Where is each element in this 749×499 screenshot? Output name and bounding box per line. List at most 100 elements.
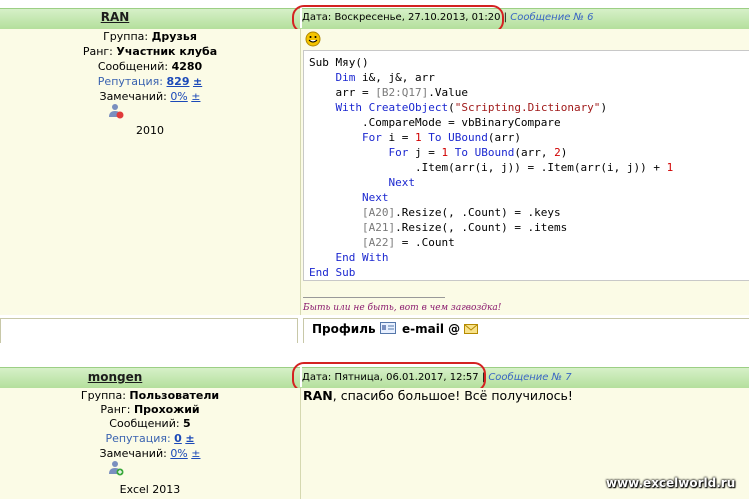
code-token: Next xyxy=(388,176,415,189)
post2-reputation-value-link[interactable]: 0 xyxy=(174,432,182,445)
code-token: 1 xyxy=(666,161,674,174)
post1-messages: Сообщений: 4280 xyxy=(97,60,203,73)
code-line: Next xyxy=(309,176,415,189)
post2-message-number-link[interactable]: Сообщение № 7 xyxy=(488,372,571,383)
code-token: .CompareMode = vbBinaryCompare xyxy=(309,116,561,129)
post2-remarks-value-link[interactable]: 0% xyxy=(170,447,187,460)
post1-message-number-link[interactable]: Сообщение № 6 xyxy=(510,12,593,23)
post1-remarks-value-link[interactable]: 0% xyxy=(170,90,187,103)
code-token: [A22] xyxy=(361,236,396,249)
code-line: For j = 1 To UBound(arr, 2) xyxy=(309,146,567,159)
code-token: For xyxy=(361,131,382,144)
post1-username-link[interactable]: RAN xyxy=(100,10,130,24)
code-line: Dim i&, j&, arr xyxy=(309,71,435,84)
code-token: .Value xyxy=(428,86,468,99)
post2-body-addressee: RAN xyxy=(303,388,333,403)
add-user-icon[interactable] xyxy=(108,460,124,479)
code-line: arr = [B2:Q17].Value xyxy=(309,86,468,99)
code-token: [A20] xyxy=(361,206,396,219)
code-token: .Resize(, .Count) = .items xyxy=(395,221,568,234)
code-token: 1 xyxy=(414,131,422,144)
code-token: With xyxy=(335,101,363,114)
post2-rank: Ранг: Прохожий xyxy=(100,403,200,416)
code-token: ) xyxy=(560,146,568,159)
code-line: [A20].Resize(, .Count) = .keys xyxy=(309,206,561,219)
post1-signature: Быть или не быть, вот в чем загвоздка! xyxy=(303,303,502,313)
smiley-icon xyxy=(305,31,321,50)
code-token: i&, j&, arr xyxy=(355,71,435,84)
post2-remarks: Замечаний: 0% ± xyxy=(99,447,201,460)
post2-group: Группа: Пользователи xyxy=(80,389,220,402)
code-token: arr = xyxy=(309,86,376,99)
signature-divider xyxy=(303,297,445,298)
post1-reputation-change-link[interactable]: ± xyxy=(193,75,202,88)
post1-rank: Ранг: Участник клуба xyxy=(82,45,218,58)
user-status-icon[interactable] xyxy=(108,103,124,122)
post2-messages: Сообщений: 5 xyxy=(109,417,191,430)
code-line: [A21].Resize(, .Count) = .items xyxy=(309,221,567,234)
code-token: [B2:Q17] xyxy=(375,86,429,99)
post2-extra-version: Excel 2013 xyxy=(119,483,181,496)
post2-body: RAN, спасибо большое! Всё получилось! xyxy=(303,388,573,403)
post2-remarks-change-link[interactable]: ± xyxy=(191,447,200,460)
code-line: Next xyxy=(309,191,389,204)
code-line: Sub Мяу() xyxy=(309,56,369,69)
post1-reputation: Репутация: 829 ± xyxy=(97,75,203,88)
code-token: .Item(arr(i, j)) = .Item(arr(i, j)) + xyxy=(309,161,667,174)
code-token: .Resize(, .Count) = .keys xyxy=(395,206,561,219)
profile-label: Профиль xyxy=(312,322,376,336)
code-token: UBound xyxy=(474,146,515,159)
code-line: End With xyxy=(309,251,389,264)
email-label: e-mail xyxy=(402,322,444,336)
code-line: For i = 1 To UBound(arr) xyxy=(309,131,521,144)
code-token: (arr, xyxy=(514,146,555,159)
post1-extra-year: 2010 xyxy=(136,124,164,137)
code-token: (arr) xyxy=(487,131,521,144)
post1-reputation-value-link[interactable]: 829 xyxy=(167,75,190,88)
code-token: For xyxy=(388,146,409,159)
code-line: .CompareMode = vbBinaryCompare xyxy=(309,116,561,129)
post2-reputation: Репутация: 0 ± xyxy=(105,432,195,445)
code-block[interactable]: Sub Мяу() Dim i&, j&, arr arr = [B2:Q17]… xyxy=(303,50,749,281)
code-token: Dim xyxy=(335,71,356,84)
code-token: "Scripting.Dictionary" xyxy=(454,101,601,114)
code-line: [A22] = .Count xyxy=(309,236,455,249)
at-icon: @ xyxy=(448,322,461,336)
code-token: [A21] xyxy=(361,221,396,234)
post2-username-link[interactable]: mongen xyxy=(80,370,150,384)
code-token: UBound xyxy=(448,131,488,144)
code-line: End Sub xyxy=(309,266,355,279)
code-token: To xyxy=(428,131,442,144)
post1-remarks-change-link[interactable]: ± xyxy=(191,90,200,103)
profile-button[interactable]: Профиль xyxy=(312,322,396,337)
email-button[interactable]: e-mail @ xyxy=(402,322,479,337)
code-token: End Sub xyxy=(309,266,356,279)
code-token: ) xyxy=(600,101,608,114)
code-text: Sub Мяу() Dim i&, j&, arr arr = [B2:Q17]… xyxy=(304,51,749,280)
post1-group: Группа: Друзья xyxy=(103,30,197,43)
code-line: With CreateObject("Scripting.Dictionary"… xyxy=(309,101,608,114)
code-token: CreateObject xyxy=(368,101,449,114)
post2-reputation-change-link[interactable]: ± xyxy=(185,432,194,445)
site-watermark: www.excelworld.ru xyxy=(606,476,736,490)
code-token: End With xyxy=(335,251,389,264)
post1-footer-left xyxy=(0,318,298,344)
code-token: j = xyxy=(408,146,442,159)
code-token: Next xyxy=(361,191,389,204)
code-token: i = xyxy=(381,131,415,144)
code-line: .Item(arr(i, j)) = .Item(arr(i, j)) + 1 xyxy=(309,161,673,174)
code-token: Sub Мяу() xyxy=(309,56,369,69)
code-token: To xyxy=(454,146,468,159)
profile-card-icon xyxy=(379,322,396,337)
